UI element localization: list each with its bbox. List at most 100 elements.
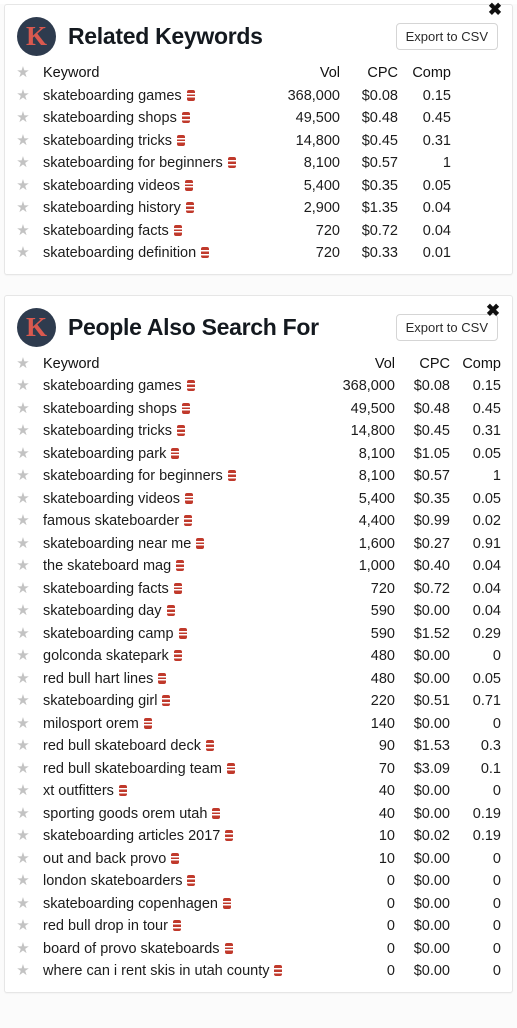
table-row[interactable]: ★ skateboarding shops 49,500 $0.48 0.45 xyxy=(5,398,512,421)
keyword-label[interactable]: out and back provo xyxy=(43,851,166,867)
stack-icon[interactable] xyxy=(186,89,195,101)
stack-icon[interactable] xyxy=(227,157,236,169)
table-row[interactable]: ★ skateboarding tricks 14,800 $0.45 0.31 xyxy=(5,130,512,153)
keyword-label[interactable]: where can i rent skis in utah county xyxy=(43,963,269,979)
keyword-label[interactable]: skateboarding shops xyxy=(43,401,177,417)
table-row[interactable]: ★ skateboarding shops 49,500 $0.48 0.45 xyxy=(5,107,512,130)
close-icon[interactable]: ✖ xyxy=(486,1,504,19)
keyword-label[interactable]: skateboarding camp xyxy=(43,626,174,642)
stack-icon[interactable] xyxy=(172,920,181,932)
keyword-label[interactable]: skateboarding park xyxy=(43,446,166,462)
stack-icon[interactable] xyxy=(181,402,190,414)
star-icon[interactable]: ★ xyxy=(16,468,29,483)
keyword-label[interactable]: skateboarding for beginners xyxy=(43,468,223,484)
star-icon[interactable]: ★ xyxy=(16,110,29,125)
stack-icon[interactable] xyxy=(227,470,236,482)
keyword-label[interactable]: skateboarding tricks xyxy=(43,423,172,439)
keyword-label[interactable]: skateboarding facts xyxy=(43,223,169,239)
star-icon[interactable]: ★ xyxy=(16,513,29,528)
star-icon[interactable]: ★ xyxy=(16,806,29,821)
star-icon[interactable]: ★ xyxy=(16,446,29,461)
stack-icon[interactable] xyxy=(171,852,180,864)
keyword-label[interactable]: skateboarding for beginners xyxy=(43,155,223,171)
stack-icon[interactable] xyxy=(173,650,182,662)
keyword-label[interactable]: sporting goods orem utah xyxy=(43,806,207,822)
star-icon[interactable]: ★ xyxy=(16,223,29,238)
star-icon[interactable]: ★ xyxy=(16,941,29,956)
keyword-label[interactable]: skateboarding games xyxy=(43,378,182,394)
star-icon[interactable]: ★ xyxy=(16,536,29,551)
stack-icon[interactable] xyxy=(185,202,194,214)
keyword-label[interactable]: red bull hart lines xyxy=(43,671,153,687)
table-row[interactable]: ★ skateboarding facts 720 $0.72 0.04 xyxy=(5,220,512,243)
keyword-label[interactable]: famous skateboarder xyxy=(43,513,179,529)
stack-icon[interactable] xyxy=(176,425,185,437)
table-row[interactable]: ★ red bull skateboarding team 70 $3.09 0.1 xyxy=(5,758,512,781)
stack-icon[interactable] xyxy=(176,560,185,572)
star-icon[interactable]: ★ xyxy=(16,648,29,663)
table-row[interactable]: ★ skateboarding for beginners 8,100 $0.57 1 xyxy=(5,465,512,488)
export-to-csv-button[interactable]: Export to CSV xyxy=(395,313,498,341)
stack-icon[interactable] xyxy=(178,627,187,639)
table-row[interactable]: ★ famous skateboarder 4,400 $0.99 0.02 xyxy=(5,510,512,533)
star-icon[interactable]: ★ xyxy=(16,671,29,686)
star-icon[interactable]: ★ xyxy=(16,828,29,843)
keyword-label[interactable]: milosport orem xyxy=(43,716,139,732)
table-row[interactable]: ★ skateboarding park 8,100 $1.05 0.05 xyxy=(5,443,512,466)
keyword-label[interactable]: skateboarding copenhagen xyxy=(43,896,218,912)
table-row[interactable]: ★ skateboarding articles 2017 10 $0.02 0.19 xyxy=(5,825,512,848)
table-row[interactable]: ★ skateboarding games 368,000 $0.08 0.15 xyxy=(5,375,512,398)
stack-icon[interactable] xyxy=(173,582,182,594)
stack-icon[interactable] xyxy=(171,447,180,459)
star-icon[interactable]: ★ xyxy=(16,738,29,753)
stack-icon[interactable] xyxy=(158,672,167,684)
keyword-label[interactable]: skateboarding games xyxy=(43,88,182,104)
star-icon[interactable]: ★ xyxy=(16,851,29,866)
keyword-label[interactable]: skateboarding near me xyxy=(43,536,191,552)
table-row[interactable]: ★ skateboarding facts 720 $0.72 0.04 xyxy=(5,578,512,601)
keyword-label[interactable]: red bull skateboarding team xyxy=(43,761,222,777)
star-icon[interactable]: ★ xyxy=(16,581,29,596)
table-row[interactable]: ★ skateboarding girl 220 $0.51 0.71 xyxy=(5,690,512,713)
star-icon[interactable]: ★ xyxy=(16,200,29,215)
stack-icon[interactable] xyxy=(186,380,195,392)
keyword-label[interactable]: skateboarding shops xyxy=(43,110,177,126)
stack-icon[interactable] xyxy=(225,830,234,842)
keyword-label[interactable]: the skateboard mag xyxy=(43,558,171,574)
keyword-label[interactable]: golconda skatepark xyxy=(43,648,169,664)
table-row[interactable]: ★ skateboarding tricks 14,800 $0.45 0.31 xyxy=(5,420,512,443)
stack-icon[interactable] xyxy=(274,965,283,977)
star-icon[interactable]: ★ xyxy=(16,761,29,776)
stack-icon[interactable] xyxy=(181,112,190,124)
star-icon[interactable]: ★ xyxy=(16,133,29,148)
stack-icon[interactable] xyxy=(143,717,152,729)
star-icon[interactable]: ★ xyxy=(16,88,29,103)
star-icon[interactable]: ★ xyxy=(16,378,29,393)
stack-icon[interactable] xyxy=(187,875,196,887)
star-icon[interactable]: ★ xyxy=(16,716,29,731)
table-row[interactable]: ★ sporting goods orem utah 40 $0.00 0.19 xyxy=(5,803,512,826)
table-row[interactable]: ★ skateboarding videos 5,400 $0.35 0.05 xyxy=(5,175,512,198)
keyword-label[interactable]: skateboarding girl xyxy=(43,693,157,709)
keyword-label[interactable]: skateboarding videos xyxy=(43,178,180,194)
table-row[interactable]: ★ skateboarding for beginners 8,100 $0.57 1 xyxy=(5,152,512,175)
star-icon[interactable]: ★ xyxy=(16,491,29,506)
star-icon[interactable]: ★ xyxy=(16,401,29,416)
keyword-label[interactable]: red bull skateboard deck xyxy=(43,738,201,754)
export-to-csv-button[interactable]: Export to CSV xyxy=(395,23,498,50)
table-row[interactable]: ★ london skateboarders 0 $0.00 0 xyxy=(5,870,512,893)
stack-icon[interactable] xyxy=(185,492,194,504)
star-icon[interactable]: ★ xyxy=(16,155,29,170)
keyword-label[interactable]: skateboarding definition xyxy=(43,245,196,261)
table-row[interactable]: ★ the skateboard mag 1,000 $0.40 0.04 xyxy=(5,555,512,578)
star-icon[interactable]: ★ xyxy=(16,245,29,260)
table-row[interactable]: ★ skateboarding camp 590 $1.52 0.29 xyxy=(5,623,512,646)
star-icon[interactable]: ★ xyxy=(16,783,29,798)
star-icon[interactable]: ★ xyxy=(16,356,29,371)
star-icon[interactable]: ★ xyxy=(16,603,29,618)
keyword-label[interactable]: skateboarding facts xyxy=(43,581,169,597)
keyword-label[interactable]: skateboarding tricks xyxy=(43,133,172,149)
stack-icon[interactable] xyxy=(173,224,182,236)
star-icon[interactable]: ★ xyxy=(16,178,29,193)
star-icon[interactable]: ★ xyxy=(16,65,29,80)
